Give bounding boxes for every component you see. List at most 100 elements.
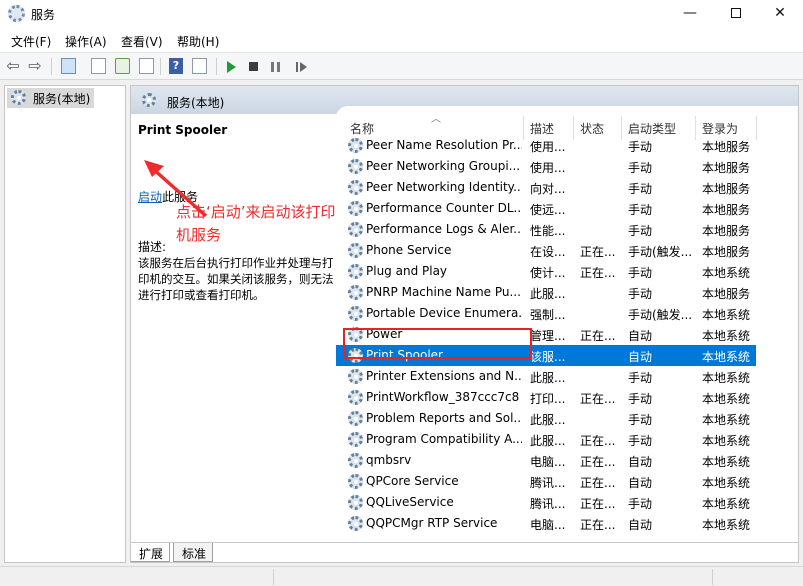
start-icon[interactable]	[227, 61, 236, 73]
service-logon-cell: 本地系统	[702, 371, 751, 385]
services-gear-icon	[8, 5, 25, 22]
menu-view[interactable]: 查看(V)	[121, 33, 163, 50]
help-icon[interactable]: ?	[169, 58, 183, 74]
service-status-cell: 正在...	[580, 518, 616, 532]
service-startup-type-cell: 手动	[628, 287, 653, 301]
service-description-cell: 此服...	[530, 287, 566, 301]
service-logon-cell: 本地服务	[702, 182, 751, 196]
maximize-button[interactable]	[713, 0, 759, 28]
table-row[interactable]: Peer Name Resolution Pr... 使用... 手动 本地服务	[336, 135, 756, 156]
table-row[interactable]: Performance Logs & Aler... 性能... 手动 本地服务	[336, 219, 756, 240]
service-status-cell: 正在...	[580, 245, 616, 259]
back-icon[interactable]: ⇦	[4, 57, 22, 75]
service-gear-icon	[348, 222, 363, 237]
selected-service-name: Print Spooler	[138, 123, 228, 137]
service-name-cell: QPCore Service	[366, 474, 459, 488]
table-row[interactable]: qmbsrv 电脑... 正在... 自动 本地系统	[336, 450, 756, 471]
service-logon-cell: 本地服务	[702, 140, 751, 154]
service-description-cell: 腾讯...	[530, 497, 566, 511]
service-name-cell: Printer Extensions and N...	[366, 369, 522, 383]
menu-help[interactable]: 帮助(H)	[177, 33, 219, 50]
table-row[interactable]: Plug and Play 使计... 正在... 手动 本地系统	[336, 261, 756, 282]
forward-icon[interactable]: ⇨	[26, 57, 44, 75]
table-row[interactable]: Program Compatibility A... 此服... 正在... 手动 本地…	[336, 429, 756, 450]
service-status-cell: 正在...	[580, 497, 616, 511]
service-startup-type-cell: 自动	[628, 518, 653, 532]
table-row[interactable]: QQPCMgr RTP Service 电脑... 正在... 自动 本地系统	[336, 513, 756, 534]
table-row[interactable]: Problem Reports and Sol... 此服... 手动 本地系统	[336, 408, 756, 429]
service-startup-type-cell: 手动(触发...	[628, 308, 693, 322]
service-gear-icon	[348, 495, 363, 510]
panel-title: 服务(本地)	[167, 96, 225, 110]
menu-file[interactable]: 文件(F)	[11, 33, 51, 50]
service-startup-type-cell: 手动	[628, 413, 653, 427]
service-status-cell: 正在...	[580, 476, 616, 490]
export-icon[interactable]	[139, 58, 154, 74]
table-row[interactable]: Peer Networking Identity... 向对... 手动 本地服务	[336, 177, 756, 198]
table-row[interactable]: QPCore Service 腾讯... 正在... 自动 本地系统	[336, 471, 756, 492]
service-gear-icon	[348, 285, 363, 300]
service-status-cell: 正在...	[580, 392, 616, 406]
service-gear-icon	[348, 243, 363, 258]
table-row[interactable]: Peer Networking Groupi... 使用... 手动 本地服务	[336, 156, 756, 177]
status-bar	[0, 566, 803, 586]
table-row[interactable]: PrintWorkflow_387ccc7c8 打印... 正在... 手动 本地系统	[336, 387, 756, 408]
status-segment	[273, 569, 274, 585]
sort-ascending-icon: ︿	[431, 114, 441, 125]
table-row[interactable]: Performance Counter DL... 使远... 手动 本地服务	[336, 198, 756, 219]
service-logon-cell: 本地系统	[702, 266, 751, 280]
service-gear-icon	[348, 306, 363, 321]
service-gear-icon	[348, 390, 363, 405]
service-startup-type-cell: 自动	[628, 350, 653, 364]
table-row[interactable]: PNRP Machine Name Pu... 此服... 手动 本地服务	[336, 282, 756, 303]
service-startup-type-cell: 自动	[628, 329, 653, 343]
view-icon[interactable]	[91, 58, 106, 74]
service-description-cell: 打印...	[530, 392, 566, 406]
console-tree: 服务(本地)	[4, 85, 126, 563]
restart-icon[interactable]	[296, 62, 307, 72]
tab-extended[interactable]: 扩展	[131, 543, 171, 562]
service-gear-icon	[348, 411, 363, 426]
refresh-icon[interactable]	[115, 58, 130, 74]
pause-icon[interactable]	[271, 62, 280, 72]
service-name-cell: Portable Device Enumera...	[366, 306, 522, 320]
service-name-cell: Peer Name Resolution Pr...	[366, 138, 522, 152]
table-row[interactable]: Portable Device Enumera... 强制... 手动(触发... 本…	[336, 303, 756, 324]
service-name-cell: Program Compatibility A...	[366, 432, 522, 446]
tab-standard[interactable]: 标准	[173, 543, 214, 562]
console-tree-icon[interactable]	[61, 58, 76, 74]
tree-item-label: 服务(本地)	[33, 92, 91, 106]
service-description-cell: 性能...	[530, 224, 566, 238]
service-gear-icon	[348, 159, 363, 174]
table-row[interactable]: Phone Service 在设... 正在... 手动(触发... 本地服务	[336, 240, 756, 261]
minimize-button[interactable]: —	[667, 0, 713, 28]
stop-icon[interactable]	[249, 62, 258, 71]
service-status-cell: 正在...	[580, 266, 616, 280]
column-divider[interactable]	[756, 116, 757, 140]
service-name-cell: Phone Service	[366, 243, 452, 257]
service-description-cell: 此服...	[530, 434, 566, 448]
list-header: ︿ 名称 描述 状态 启动类型 登录为	[336, 106, 798, 140]
service-name-cell: Plug and Play	[366, 264, 448, 278]
description-label: 描述:	[138, 240, 167, 254]
service-logon-cell: 本地服务	[702, 224, 751, 238]
service-logon-cell: 本地服务	[702, 161, 751, 175]
service-description-cell: 腾讯...	[530, 476, 566, 490]
selected-row-highlight-box	[343, 328, 532, 359]
menu-action[interactable]: 操作(A)	[65, 33, 107, 50]
service-startup-type-cell: 手动	[628, 392, 653, 406]
service-logon-cell: 本地系统	[702, 350, 751, 364]
close-button[interactable]: ✕	[757, 0, 803, 28]
properties-icon[interactable]	[192, 58, 207, 74]
service-status-cell: 正在...	[580, 455, 616, 469]
table-row[interactable]: Printer Extensions and N... 此服... 手动 本地系统	[336, 366, 756, 387]
service-name-cell: Problem Reports and Sol...	[366, 411, 522, 425]
service-description-cell: 使用...	[530, 140, 566, 154]
toolbar-separator	[51, 58, 52, 75]
service-gear-icon	[348, 369, 363, 384]
tree-item-local-services[interactable]: 服务(本地)	[7, 88, 95, 108]
service-description-cell: 此服...	[530, 371, 566, 385]
service-name-cell: qmbsrv	[366, 453, 412, 467]
services-panel: 服务(本地) Print Spooler 启动此服务 描述: 该服务在后台执行打…	[130, 85, 799, 563]
table-row[interactable]: QQLiveService 腾讯... 正在... 手动 本地系统	[336, 492, 756, 513]
